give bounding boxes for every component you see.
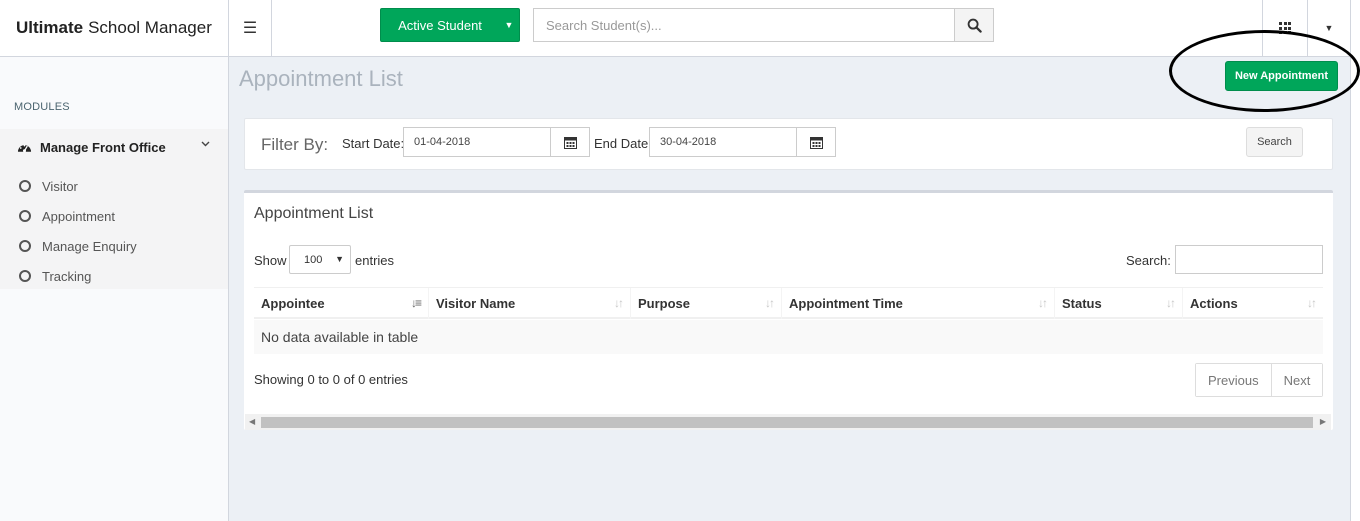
sort-icon: ↓↑	[765, 296, 775, 310]
search-icon	[967, 18, 982, 33]
sidebar-item-label: Tracking	[42, 268, 92, 284]
start-date-input[interactable]: 01-04-2018	[403, 127, 551, 157]
filter-panel: Filter By: Start Date: 01-04-2018 End Da…	[244, 118, 1333, 170]
caret-down-icon: ▼	[335, 254, 344, 264]
start-date-label: Start Date:	[342, 136, 405, 151]
sort-icon: ↓↑	[1038, 296, 1048, 310]
sort-icon: ↓↑	[1307, 296, 1317, 310]
column-header-appointment-time[interactable]: Appointment Time ↓↑	[782, 288, 1055, 319]
apps-grid-button[interactable]	[1262, 0, 1308, 56]
sidebar-group-label: Manage Front Office	[40, 139, 166, 155]
column-header-appointee[interactable]: Appointee ↓≡	[254, 288, 429, 319]
sidebar-item-manage-enquiry[interactable]: Manage Enquiry	[0, 231, 228, 261]
column-header-visitor-name[interactable]: Visitor Name ↓↑	[429, 288, 631, 319]
scroll-right-icon[interactable]: ▶	[1320, 417, 1326, 426]
sidebar: MODULES Manage Front Office Visitor Appo…	[0, 57, 229, 521]
filter-search-button[interactable]: Search	[1246, 127, 1303, 157]
top-navbar: Ultimate School Manager ☰ Active Student…	[0, 0, 1360, 57]
scrollbar-thumb[interactable]	[261, 417, 1313, 428]
show-label: Show	[254, 253, 287, 268]
entries-per-page-select[interactable]: 100 ▼	[289, 245, 351, 274]
end-date-label: End Date:	[594, 136, 652, 151]
entries-label: entries	[355, 253, 395, 268]
user-menu-caret-icon[interactable]: ▼	[1308, 0, 1350, 56]
search-button[interactable]	[954, 8, 994, 42]
brand-rest: School Manager	[88, 18, 212, 37]
column-header-status[interactable]: Status ↓↑	[1055, 288, 1183, 319]
start-date-calendar-button[interactable]	[550, 127, 590, 157]
hamburger-icon: ☰	[242, 20, 258, 37]
sidebar-toggle-button[interactable]: ☰	[229, 0, 272, 56]
brand-logo[interactable]: Ultimate School Manager	[0, 0, 229, 56]
caret-down-icon[interactable]: ▼	[499, 20, 519, 30]
page-title: Appointment List	[239, 66, 403, 91]
calendar-icon	[563, 136, 577, 149]
sidebar-item-label: Appointment	[42, 208, 115, 224]
sidebar-item-manage-front-office[interactable]: Manage Front Office	[0, 129, 228, 165]
active-student-dropdown[interactable]: Active Student ▼	[380, 8, 520, 42]
new-appointment-button[interactable]: New Appointment	[1225, 61, 1338, 91]
list-title: Appointment List	[254, 205, 374, 222]
sidebar-item-visitor[interactable]: Visitor	[0, 171, 228, 201]
grid-icon	[1279, 22, 1291, 34]
table-search-input[interactable]	[1175, 245, 1323, 274]
horizontal-scrollbar[interactable]: ◀ ▶	[245, 414, 1331, 430]
circle-icon	[19, 270, 31, 282]
appointment-list-panel: Appointment List Show 100 ▼ entries Sear…	[244, 190, 1333, 430]
table-info: Showing 0 to 0 of 0 entries	[254, 372, 408, 387]
scroll-left-icon[interactable]: ◀	[249, 417, 255, 426]
dashboard-gauge-icon	[17, 144, 32, 152]
sidebar-group-front-office: Manage Front Office Visitor Appointment …	[0, 129, 228, 289]
table-search-label: Search:	[1126, 253, 1171, 268]
column-header-actions[interactable]: Actions ↓↑	[1183, 288, 1323, 319]
circle-icon	[19, 240, 31, 252]
calendar-icon	[809, 136, 823, 149]
end-date-input[interactable]: 30-04-2018	[649, 127, 797, 157]
sort-icon: ↓↑	[614, 296, 624, 310]
sidebar-item-tracking[interactable]: Tracking	[0, 261, 228, 291]
sidebar-item-appointment[interactable]: Appointment	[0, 201, 228, 231]
chevron-down-icon	[201, 141, 210, 147]
circle-icon	[19, 180, 31, 192]
table-empty-row: No data available in table	[254, 320, 1323, 354]
filter-label: Filter By:	[261, 135, 329, 154]
entries-per-page-value: 100	[304, 253, 323, 266]
previous-page-button[interactable]: Previous	[1196, 364, 1271, 396]
table-header: Appointee ↓≡ Visitor Name ↓↑ Purpose ↓↑ …	[254, 287, 1323, 319]
student-search-input[interactable]: Search Student(s)...	[533, 8, 955, 42]
circle-icon	[19, 210, 31, 222]
column-header-purpose[interactable]: Purpose ↓↑	[631, 288, 782, 319]
sidebar-item-label: Manage Enquiry	[42, 238, 137, 254]
sidebar-modules-header: MODULES	[14, 101, 70, 113]
active-student-label: Active Student	[398, 17, 482, 33]
sort-asc-icon: ↓≡	[410, 296, 422, 310]
next-page-button[interactable]: Next	[1270, 364, 1323, 396]
pagination: Previous Next	[1195, 363, 1324, 397]
end-date-calendar-button[interactable]	[796, 127, 836, 157]
brand-bold: Ultimate	[16, 18, 84, 37]
sidebar-item-label: Visitor	[42, 178, 78, 194]
sort-icon: ↓↑	[1166, 296, 1176, 310]
right-edge-strip	[1350, 0, 1360, 521]
